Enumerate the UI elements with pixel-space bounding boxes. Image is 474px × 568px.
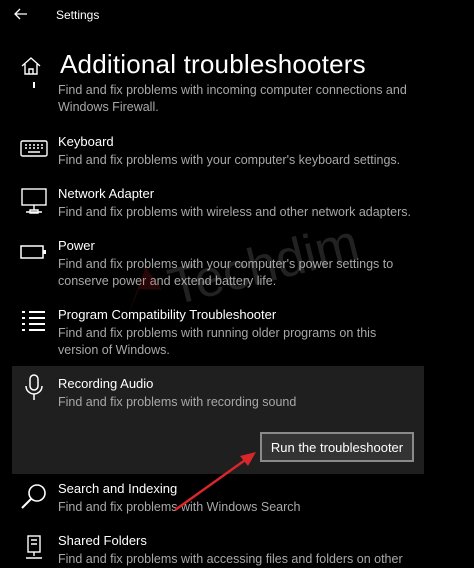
item-description: Find and fix problems with incoming comp… xyxy=(58,83,407,114)
firewall-icon xyxy=(33,82,35,88)
item-name: Keyboard xyxy=(58,134,114,149)
home-icon[interactable] xyxy=(20,55,42,77)
item-description: Find and fix problems with your computer… xyxy=(58,153,401,167)
run-troubleshooter-button[interactable]: Run the troubleshooter xyxy=(260,432,414,462)
troubleshooter-recording-audio[interactable]: Recording Audio Find and fix problems wi… xyxy=(12,366,424,474)
item-name: Network Adapter xyxy=(58,186,155,201)
network-adapter-icon xyxy=(21,188,47,214)
back-arrow-icon xyxy=(14,8,27,20)
microphone-icon xyxy=(25,374,43,400)
shared-folder-icon xyxy=(26,535,42,559)
page-title: Additional troubleshooters xyxy=(60,49,366,79)
item-description: Find and fix problems with running older… xyxy=(58,326,377,357)
item-name: Shared Folders xyxy=(58,533,147,548)
item-description: Find and fix problems with Windows Searc… xyxy=(58,500,301,514)
item-name: Search and Indexing xyxy=(58,481,178,496)
item-description: Find and fix problems with wireless and … xyxy=(58,205,411,219)
app-title: Settings xyxy=(56,8,100,22)
item-description: Find and fix problems with accessing fil… xyxy=(58,552,403,566)
battery-icon xyxy=(20,245,46,259)
search-icon xyxy=(21,484,46,509)
item-name: Program Compatibility Troubleshooter xyxy=(58,307,277,322)
keyboard-icon xyxy=(20,140,48,157)
item-name: Recording Audio xyxy=(58,376,154,391)
back-button[interactable] xyxy=(10,4,32,24)
title-bar: Settings xyxy=(0,0,474,30)
item-description: Find and fix problems with your computer… xyxy=(58,257,394,288)
list-icon xyxy=(22,311,45,331)
item-name: Power xyxy=(58,238,95,253)
item-description: Find and fix problems with recording sou… xyxy=(58,395,297,409)
